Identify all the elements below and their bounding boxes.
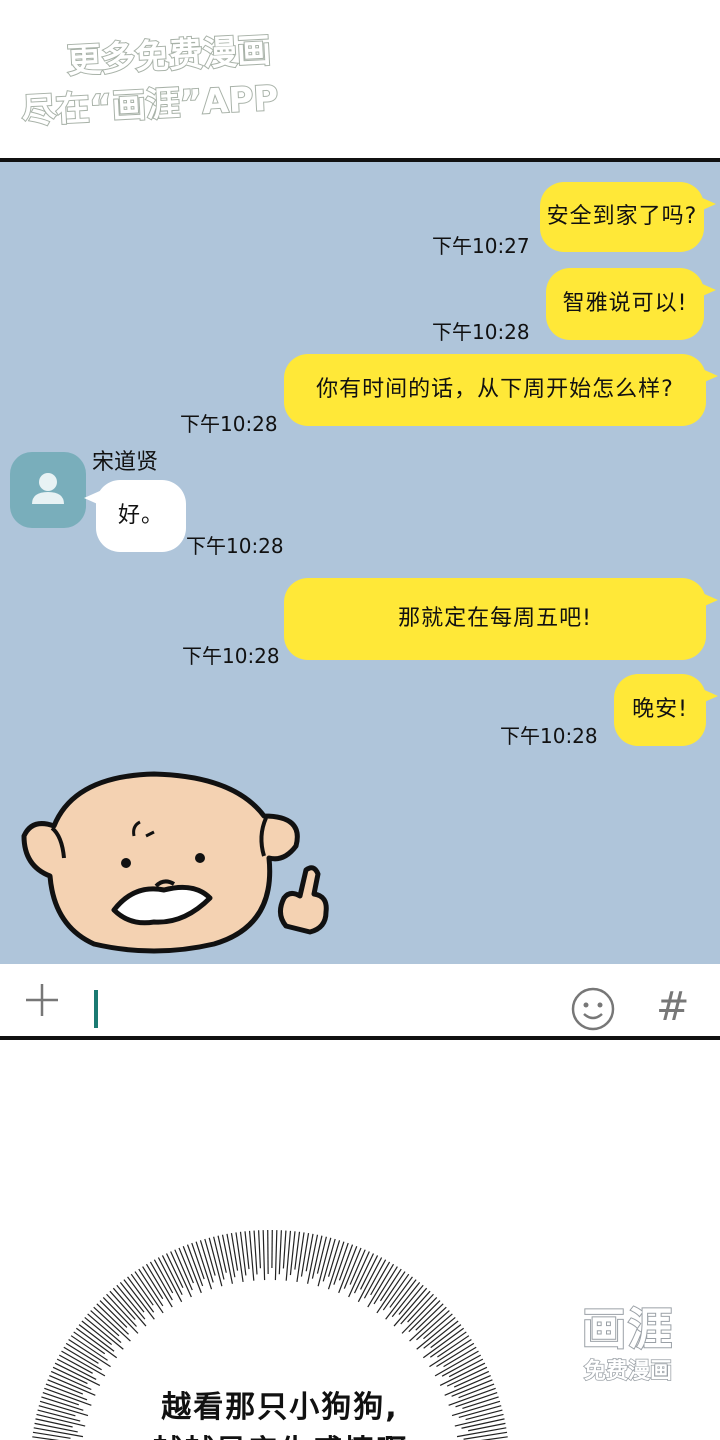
speed-line: [343, 1247, 362, 1289]
message-time: 下午10:27: [432, 234, 530, 258]
speed-line: [468, 1422, 506, 1432]
speed-line: [258, 1230, 262, 1269]
speed-line: [316, 1236, 327, 1274]
speed-line: [282, 1230, 287, 1269]
speed-line: [357, 1257, 383, 1303]
plus-icon[interactable]: [22, 980, 62, 1020]
speed-line: [311, 1235, 323, 1279]
speed-line: [373, 1266, 398, 1305]
hash-icon[interactable]: #: [656, 982, 690, 1032]
speed-line: [221, 1234, 233, 1284]
speed-line: [456, 1427, 507, 1438]
chat-window: 安全到家了吗? 下午10:27 智雅说可以! 下午10:28 你有时间的话，从下…: [0, 158, 720, 964]
speed-line: [153, 1259, 174, 1294]
speed-line: [327, 1241, 345, 1290]
message-time: 下午10:28: [186, 534, 284, 558]
speed-line: [294, 1231, 301, 1270]
speed-line: [429, 1331, 467, 1358]
message-bubble-outgoing: 你有时间的话，从下周开始怎么样?: [284, 354, 718, 426]
smiley-icon[interactable]: [570, 986, 616, 1032]
speed-line: [451, 1379, 493, 1397]
message-input-field[interactable]: [94, 990, 98, 1028]
speed-line: [253, 1230, 258, 1275]
speed-line: [248, 1230, 255, 1281]
person-icon: [32, 473, 64, 504]
speed-line: [436, 1342, 475, 1368]
top-panel: 更多免费漫画 尽在“画涯”APP: [0, 0, 720, 158]
speed-line: [33, 1427, 84, 1438]
message-time: 下午10:28: [432, 320, 530, 344]
message-bubble-incoming: 好。: [84, 480, 186, 552]
message-input-bar: #: [0, 964, 720, 1040]
narration-line-2: 越越是产生感情啊: [120, 1430, 440, 1440]
message-bubble-outgoing: 晚安!: [614, 674, 718, 746]
speed-line: [52, 1366, 88, 1385]
bottom-panel: 越看那只小狗狗, 越越是产生感情啊 画涯 免费漫画: [0, 1040, 720, 1440]
speed-line: [262, 1230, 266, 1281]
sender-name: 宋道贤: [92, 450, 159, 475]
speed-line: [244, 1231, 250, 1270]
speed-line: [448, 1358, 484, 1378]
message-bubble-outgoing: 智雅说可以!: [546, 268, 716, 340]
logo: 画涯 免费漫画: [566, 1302, 690, 1386]
speed-line: [34, 1422, 78, 1433]
speed-line: [58, 1354, 93, 1374]
speed-line: [289, 1231, 296, 1276]
speed-line: [174, 1249, 193, 1291]
watermark: 更多免费漫画 尽在“画涯”APP: [18, 27, 281, 136]
speed-line: [165, 1253, 184, 1288]
narration-text: 越看那只小狗狗, 越越是产生感情啊: [120, 1386, 440, 1440]
speed-line: [415, 1303, 444, 1331]
speed-line: [278, 1230, 282, 1275]
speed-line: [407, 1293, 434, 1323]
message-time: 下午10:28: [182, 644, 280, 668]
speed-line: [285, 1230, 292, 1281]
speed-line: [54, 1362, 101, 1386]
message-time: 下午10:28: [180, 412, 278, 436]
speed-line: [63, 1346, 102, 1371]
speed-line: [359, 1255, 379, 1290]
speed-line: [45, 1383, 88, 1401]
speed-line: [382, 1273, 410, 1311]
speed-line: [439, 1362, 486, 1386]
speed-line: [217, 1235, 227, 1273]
speed-line: [138, 1268, 164, 1307]
speed-line: [274, 1230, 278, 1281]
speed-line: [226, 1233, 236, 1278]
speed-line: [370, 1261, 391, 1296]
message-bubble-outgoing: 安全到家了吗?: [540, 182, 716, 252]
speed-line: [70, 1335, 108, 1361]
dog-thumbs-up-sticker: [21, 771, 329, 954]
logo-mark: 画涯: [581, 1303, 674, 1356]
speed-line: [99, 1300, 128, 1328]
speed-line: [465, 1409, 503, 1421]
speed-line: [195, 1241, 213, 1290]
speed-line: [461, 1418, 505, 1429]
message-time: 下午10:28: [500, 724, 598, 748]
speed-line: [35, 1418, 73, 1428]
logo-subtitle: 免费漫画: [583, 1358, 673, 1385]
message-bubble-outgoing: 那就定在每周五吧!: [284, 578, 718, 660]
narration-line-1: 越看那只小狗狗,: [161, 1390, 399, 1425]
contact-avatar[interactable]: [10, 452, 86, 528]
watermark-line-2: 尽在“画涯”APP: [20, 77, 281, 132]
